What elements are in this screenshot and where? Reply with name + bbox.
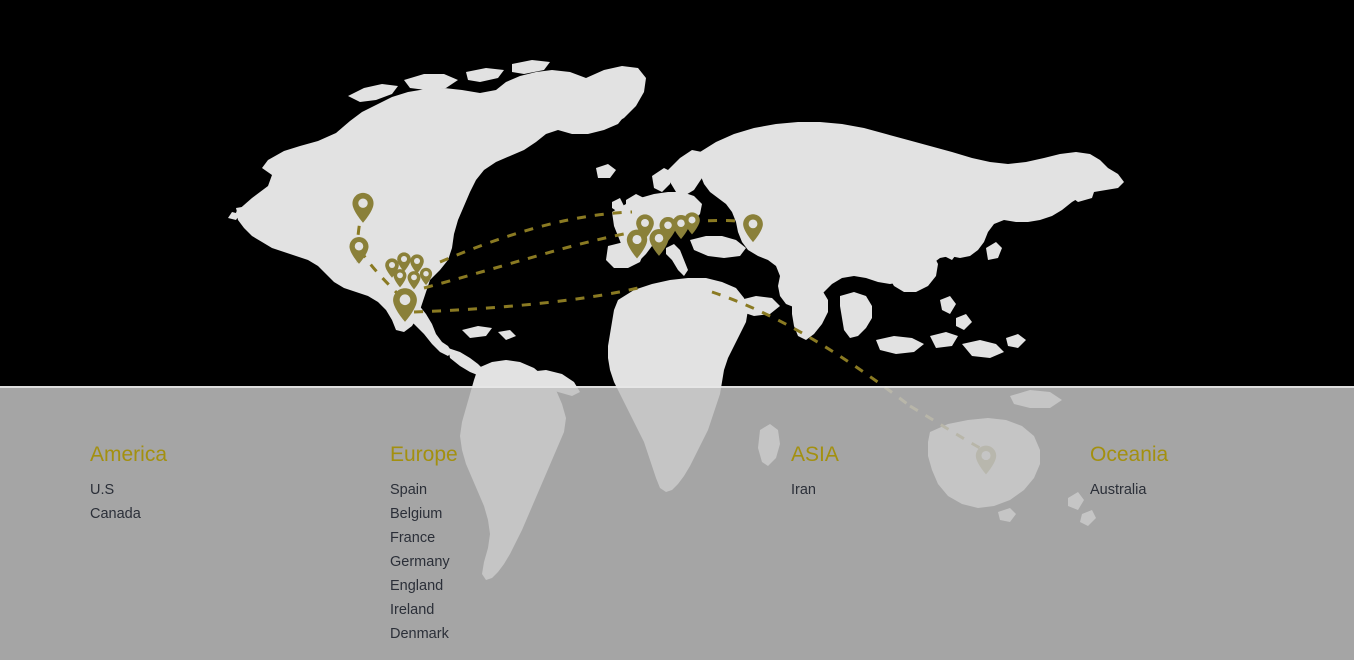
list-item[interactable]: Ireland [390,598,458,622]
legend-column-europe: Europe Spain Belgium France Germany Engl… [390,442,458,646]
legend-column-oceania: Oceania Australia [1090,442,1168,502]
legend-title-europe: Europe [390,443,458,466]
legend-list-asia: Iran [791,478,839,502]
route-south-atlantic [413,284,647,314]
list-item[interactable]: U.S [90,478,167,502]
list-item[interactable]: Belgium [390,502,458,526]
legend-title-asia: ASIA [791,443,839,466]
list-item[interactable]: Australia [1090,478,1168,502]
legend-panel: America U.S Canada Europe Spain Belgium … [0,386,1354,660]
map-infographic: America U.S Canada Europe Spain Belgium … [0,0,1354,660]
legend-title-america: America [90,443,168,466]
list-item[interactable]: Iran [791,478,839,502]
route-mid-atlantic [423,230,635,290]
legend-list-oceania: Australia [1090,478,1168,502]
list-item[interactable]: Denmark [390,622,458,646]
legend-list-europe: Spain Belgium France Germany England Ire… [390,478,458,646]
list-item[interactable]: France [390,526,458,550]
list-item[interactable]: Spain [390,478,458,502]
legend-column-asia: ASIA Iran [791,442,839,502]
list-item[interactable]: Germany [390,550,458,574]
legend-column-america: America U.S Canada [90,442,167,526]
list-item[interactable]: Canada [90,502,167,526]
legend-columns: America U.S Canada Europe Spain Belgium … [0,388,1354,660]
list-item[interactable]: England [390,574,458,598]
legend-title-oceania: Oceania [1090,443,1169,466]
legend-list-america: U.S Canada [90,478,167,526]
